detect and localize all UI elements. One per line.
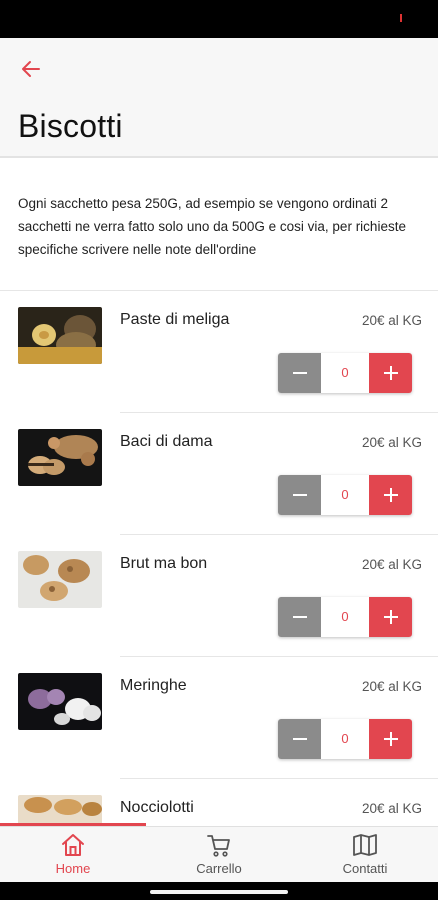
header: Biscotti xyxy=(0,38,438,158)
status-indicator xyxy=(400,14,402,22)
product-price: 20€ al KG xyxy=(361,801,422,816)
map-icon xyxy=(353,834,377,856)
cart-icon xyxy=(207,835,230,857)
product-name: Baci di dama xyxy=(120,433,213,450)
increase-button[interactable] xyxy=(369,597,412,637)
minus-icon xyxy=(292,494,307,496)
quantity-value[interactable]: 0 xyxy=(321,597,369,637)
minus-icon xyxy=(292,738,307,740)
nav-item-contacts[interactable]: Contatti xyxy=(292,827,438,882)
nav-label: Carrello xyxy=(196,861,242,876)
product-image xyxy=(18,551,102,608)
nav-item-home[interactable]: Home xyxy=(0,827,146,882)
quantity-stepper: 0 xyxy=(278,597,412,637)
nav-item-cart[interactable]: Carrello xyxy=(146,827,292,882)
home-gesture-bar[interactable] xyxy=(150,890,288,894)
product-image xyxy=(18,307,102,364)
product-item: Brut ma bon 20€ al KG 0 xyxy=(0,535,438,657)
product-item: Nocciolotti 20€ al KG 0 xyxy=(0,779,438,824)
nav-label: Contatti xyxy=(342,861,388,876)
product-name: Nocciolotti xyxy=(120,799,194,816)
product-price: 20€ al KG xyxy=(361,557,422,572)
increase-button[interactable] xyxy=(369,353,412,393)
product-item: Meringhe 20€ al KG 0 xyxy=(0,657,438,779)
product-price: 20€ al KG xyxy=(361,313,422,328)
product-name: Meringhe xyxy=(120,677,187,694)
category-description: Ogni sacchetto pesa 250G, ad esempio se … xyxy=(18,196,406,257)
arrow-left-icon xyxy=(22,61,40,77)
quantity-value[interactable]: 0 xyxy=(321,719,369,759)
minus-icon xyxy=(292,616,307,618)
product-item: Paste di meliga 20€ al KG 0 xyxy=(0,291,438,413)
quantity-value[interactable]: 0 xyxy=(321,475,369,515)
product-price: 20€ al KG xyxy=(361,435,422,450)
plus-icon xyxy=(383,610,398,624)
product-image xyxy=(18,429,102,486)
back-button[interactable] xyxy=(18,56,44,82)
product-image xyxy=(18,795,102,824)
quantity-stepper: 0 xyxy=(278,475,412,515)
quantity-stepper: 0 xyxy=(278,353,412,393)
plus-icon xyxy=(383,366,398,380)
product-item: Baci di dama 20€ al KG 0 xyxy=(0,413,438,535)
plus-icon xyxy=(383,732,398,746)
product-name: Paste di meliga xyxy=(120,311,230,328)
increase-button[interactable] xyxy=(369,475,412,515)
decrease-button[interactable] xyxy=(278,475,321,515)
decrease-button[interactable] xyxy=(278,353,321,393)
decrease-button[interactable] xyxy=(278,719,321,759)
plus-icon xyxy=(383,488,398,502)
nav-label: Home xyxy=(55,861,91,876)
minus-icon xyxy=(292,372,307,374)
status-bar xyxy=(0,0,438,38)
bottom-nav: Home Carrello Contatti xyxy=(0,826,438,882)
increase-button[interactable] xyxy=(369,719,412,759)
product-image xyxy=(18,673,102,730)
gesture-area xyxy=(0,882,438,900)
page-title: Biscotti xyxy=(18,108,123,144)
product-price: 20€ al KG xyxy=(361,679,422,694)
product-list[interactable]: Paste di meliga 20€ al KG 0 Baci di dama… xyxy=(0,291,438,824)
decrease-button[interactable] xyxy=(278,597,321,637)
home-icon xyxy=(62,834,84,856)
quantity-stepper: 0 xyxy=(278,719,412,759)
quantity-value[interactable]: 0 xyxy=(321,353,369,393)
product-name: Brut ma bon xyxy=(120,555,208,572)
